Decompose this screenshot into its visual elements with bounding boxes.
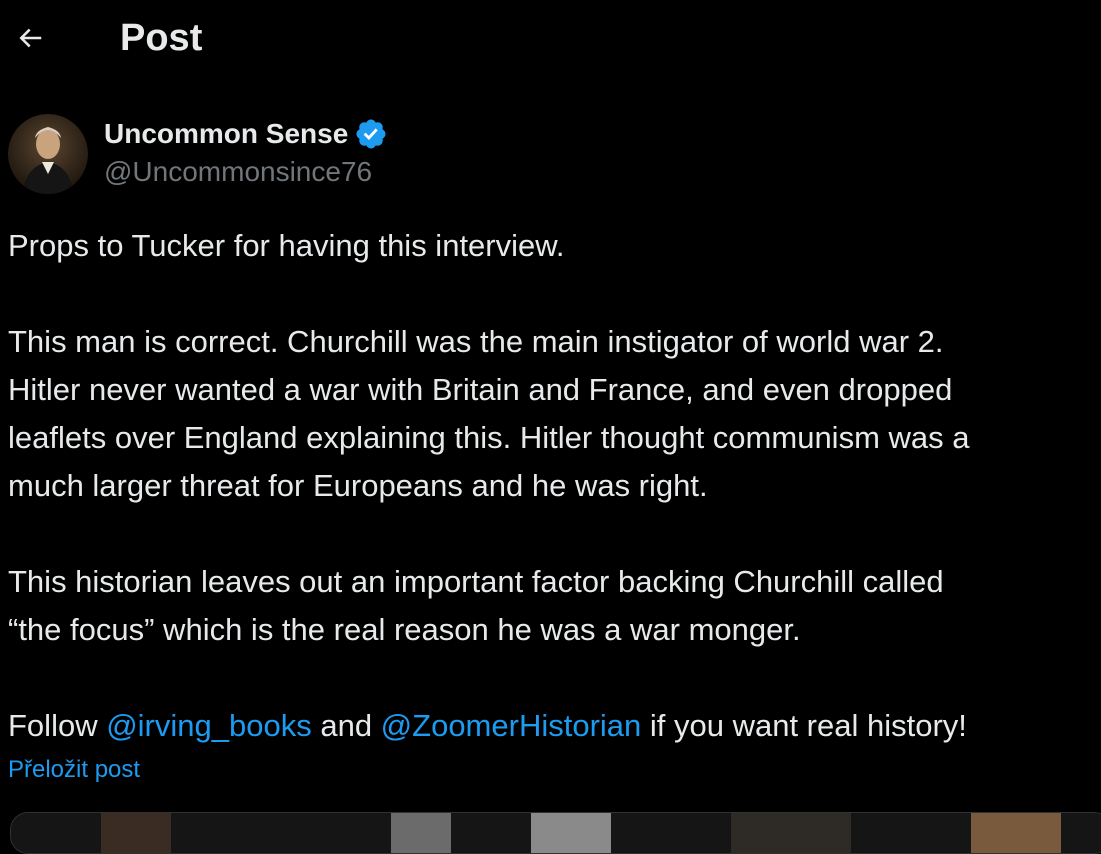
tweet-line: Props to Tucker for having this intervie…	[8, 228, 565, 263]
tweet-text-segment: Follow	[8, 708, 107, 743]
media-thumbnail-image	[11, 813, 1101, 853]
page-title: Post	[120, 17, 203, 59]
tweet-line: This historian leaves out an important f…	[8, 564, 944, 599]
tweet-line: much larger threat for Europeans and he …	[8, 468, 708, 503]
tweet-line: Follow @irving_books and @ZoomerHistoria…	[8, 702, 1098, 750]
user-handle[interactable]: @Uncommonsince76	[104, 156, 372, 188]
tweet-text-segment: if you want real history!	[641, 708, 967, 743]
translate-post-link[interactable]: Přeložit post	[8, 756, 140, 784]
header: Post	[0, 0, 1101, 80]
tweet-text: Props to Tucker for having this intervie…	[8, 222, 1098, 750]
tweet-text-segment: and	[311, 708, 381, 743]
mention-link-zoomer-historian[interactable]: @ZoomerHistorian	[381, 708, 642, 743]
tweet-line: “the focus” which is the real reason he …	[8, 612, 801, 647]
arrow-left-icon	[19, 28, 42, 48]
media-preview[interactable]	[10, 812, 1101, 854]
avatar[interactable]	[8, 114, 88, 194]
tweet-line: Hitler never wanted a war with Britain a…	[8, 372, 953, 407]
post-author: Uncommon Sense @Uncommonsince76	[8, 112, 608, 196]
mention-link-irving-books[interactable]: @irving_books	[106, 708, 312, 743]
verified-badge-icon[interactable]	[354, 117, 388, 151]
avatar-portrait-image	[8, 114, 88, 194]
display-name[interactable]: Uncommon Sense	[104, 118, 348, 150]
tweet-line: leaflets over England explaining this. H…	[8, 420, 970, 455]
back-button[interactable]	[8, 16, 52, 60]
tweet-line: This man is correct. Churchill was the m…	[8, 324, 944, 359]
display-name-row: Uncommon Sense	[104, 116, 388, 152]
